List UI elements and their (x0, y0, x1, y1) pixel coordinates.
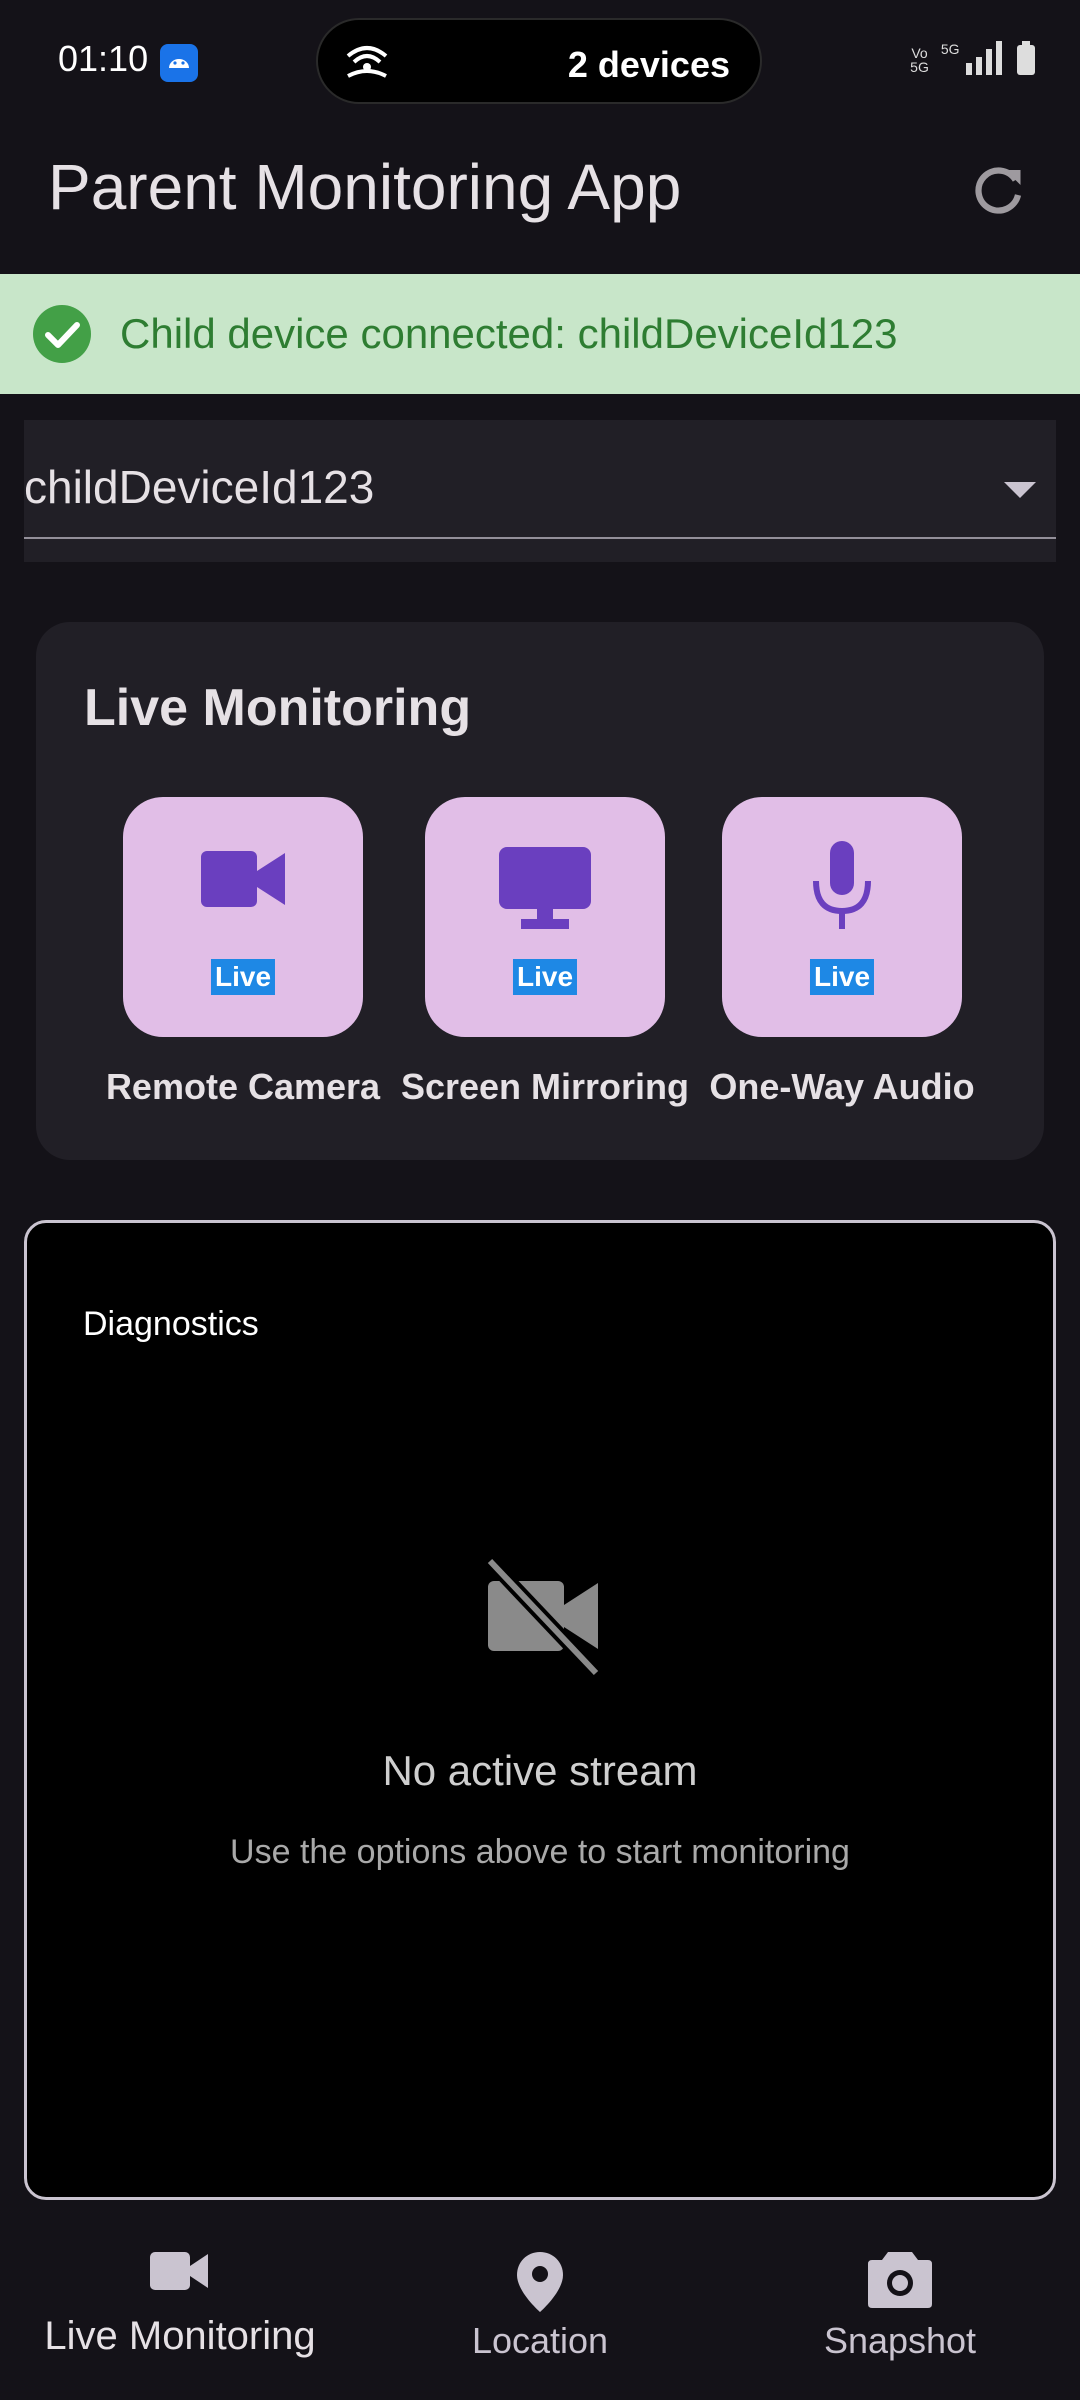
network-type: 5G (940, 40, 960, 57)
camera-icon (868, 2252, 932, 2313)
page-title: Parent Monitoring App (48, 151, 682, 223)
refresh-icon[interactable] (968, 160, 1028, 220)
battery-icon (1016, 40, 1036, 80)
volte-icon: Vo 5G (910, 45, 929, 75)
status-icons: Vo 5G 5G (910, 40, 1036, 80)
nav-snapshot[interactable]: Snapshot (720, 2214, 1080, 2400)
status-time: 01:10 (58, 38, 149, 79)
mic-icon (810, 841, 874, 936)
check-circle-icon (32, 304, 92, 364)
one-way-audio-label: One-Way Audio (709, 1066, 975, 1107)
screen-mirroring-label: Screen Mirroring (400, 1066, 690, 1107)
live-monitoring-card: Live Monitoring Live Remote Camera Live … (36, 622, 1044, 1160)
connected-devices-pill[interactable]: 2 devices (316, 18, 762, 104)
videocam-icon (201, 849, 285, 914)
hotspot-icon (344, 42, 390, 87)
live-badge: Live (210, 959, 276, 995)
signal-icon: 5G (940, 40, 1004, 80)
one-way-audio-button[interactable]: Live (722, 797, 962, 1037)
connection-status-text: Child device connected: childDeviceId123 (120, 310, 898, 357)
remote-camera-label: Remote Camera (105, 1066, 381, 1107)
device-select-value: childDeviceId123 (24, 461, 375, 513)
empty-state-hint: Use the options above to start monitorin… (230, 1833, 850, 1871)
nav-location[interactable]: Location (360, 2214, 720, 2400)
location-pin-icon (517, 2252, 563, 2317)
screen-mirroring-button[interactable]: Live (425, 797, 665, 1037)
videocam-icon (150, 2250, 210, 2297)
nav-label: Live Monitoring (44, 2314, 316, 2358)
nav-label: Location (471, 2320, 609, 2361)
nav-label: Snapshot (823, 2320, 977, 2361)
live-monitoring-title: Live Monitoring (84, 679, 472, 737)
connection-banner: Child device connected: childDeviceId123 (0, 274, 1080, 394)
bottom-navigation: Live Monitoring Location Snapshot (0, 2214, 1080, 2400)
status-bar: 01:10 2 devices Vo 5G 5G (0, 0, 1080, 124)
nav-live-monitoring[interactable]: Live Monitoring (0, 2214, 360, 2400)
dropdown-underline (24, 537, 1056, 539)
videocam-off-icon (482, 1555, 604, 1682)
live-badge: Live (809, 959, 875, 995)
empty-state-title: No active stream (382, 1747, 698, 1794)
android-app-icon (160, 44, 198, 82)
live-badge: Live (512, 959, 578, 995)
dropdown-arrow-icon (1004, 482, 1036, 498)
monitor-icon (499, 847, 591, 934)
diagnostics-label[interactable]: Diagnostics (83, 1305, 259, 1344)
video-stream-panel: Diagnostics No active stream Use the opt… (24, 1220, 1056, 2200)
remote-camera-button[interactable]: Live (123, 797, 363, 1037)
device-select[interactable]: childDeviceId123 (24, 420, 1056, 562)
devices-count: 2 devices (567, 44, 730, 85)
